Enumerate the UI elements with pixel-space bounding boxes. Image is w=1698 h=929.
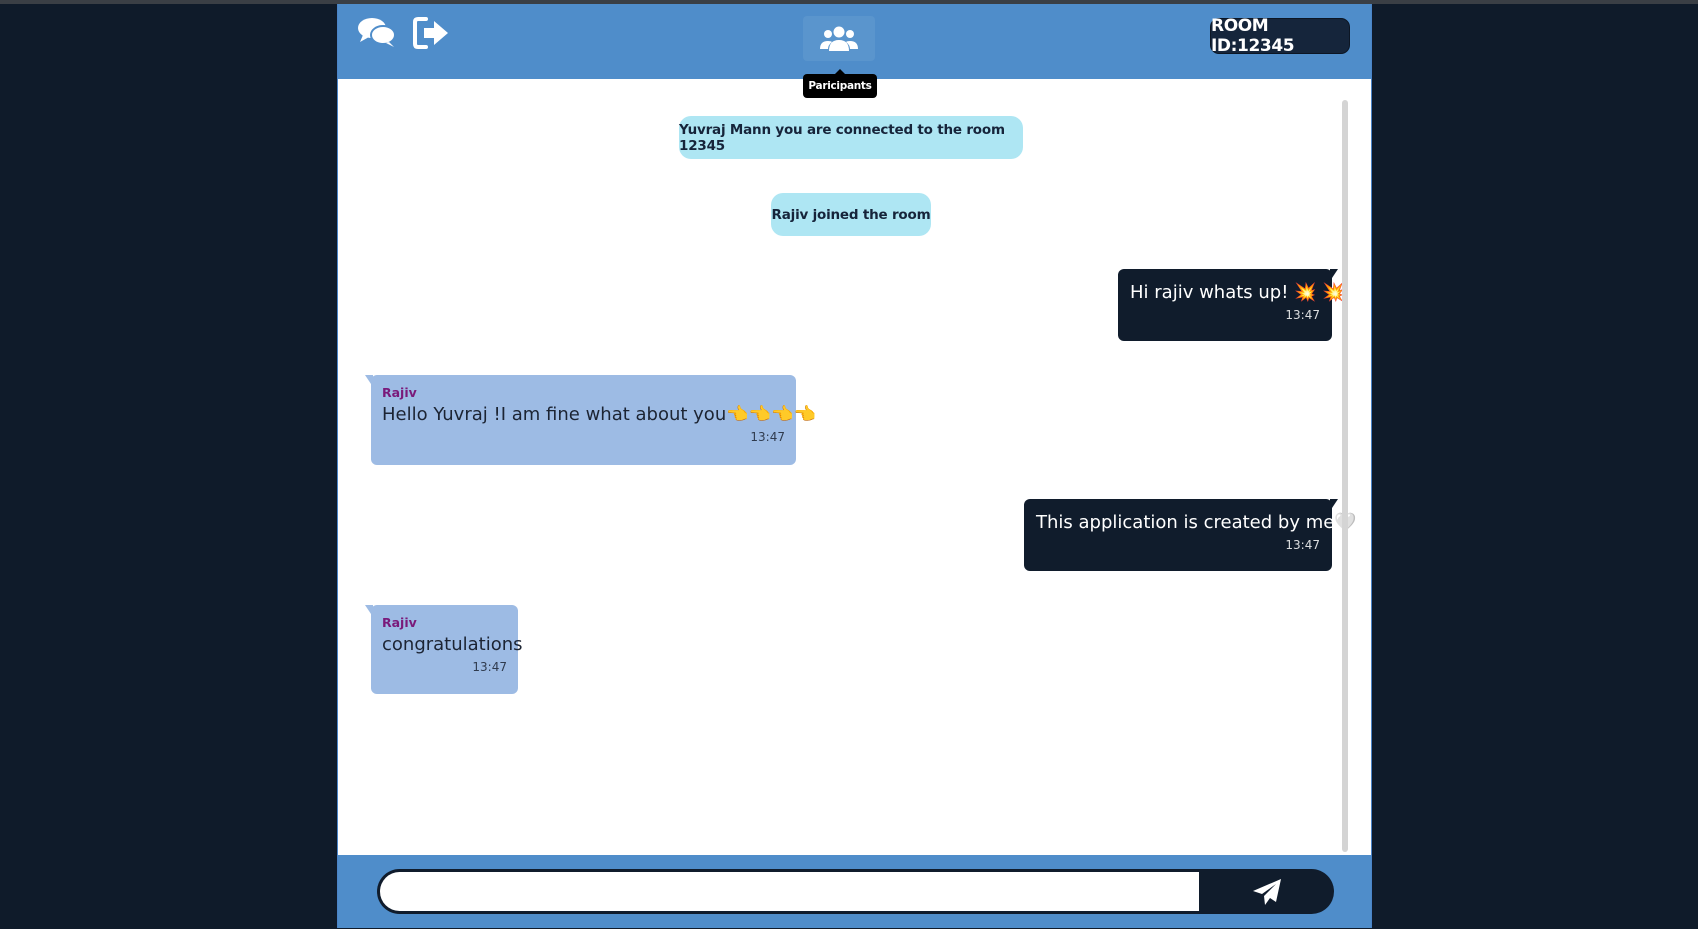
- chat-app: Paricipants ROOM ID:12345 Yuvraj Mann yo…: [337, 4, 1372, 928]
- chat-header: Paricipants ROOM ID:12345: [338, 4, 1371, 98]
- message-time: 13:47: [1285, 538, 1320, 552]
- chat-bubbles-icon[interactable]: [357, 16, 397, 50]
- participants-button[interactable]: [803, 16, 875, 61]
- message-text: Hello Yuvraj !I am fine what about you👈👈…: [382, 404, 816, 425]
- message-list[interactable]: Yuvraj Mann you are connected to the roo…: [338, 79, 1371, 859]
- send-button[interactable]: [1199, 869, 1334, 914]
- room-id-badge: ROOM ID:12345: [1210, 16, 1350, 56]
- message-list-scrollbar[interactable]: [1342, 100, 1348, 852]
- message-text: congratulations: [382, 634, 523, 655]
- system-message: Rajiv joined the room: [771, 193, 931, 236]
- composer-bar: [338, 855, 1371, 928]
- outgoing-message: Hi rajiv whats up! 💥 💥 13:47: [1118, 269, 1345, 341]
- message-text: Hi rajiv whats up! 💥 💥: [1130, 282, 1345, 303]
- incoming-message: Rajiv congratulations 13:47: [365, 605, 523, 694]
- composer: [377, 869, 1334, 914]
- message-text: This application is created by me🤍: [1036, 512, 1357, 533]
- message-time: 13:47: [1285, 308, 1320, 322]
- sender-name: Rajiv: [382, 615, 417, 630]
- message-time: 13:47: [472, 660, 507, 674]
- incoming-message: Rajiv Hello Yuvraj !I am fine what about…: [365, 375, 816, 465]
- paper-plane-icon: [1252, 878, 1281, 905]
- users-icon: [820, 26, 858, 51]
- outgoing-message: This application is created by me🤍 13:47: [1024, 499, 1357, 571]
- system-message: Yuvraj Mann you are connected to the roo…: [679, 116, 1023, 159]
- sender-name: Rajiv: [382, 385, 417, 400]
- message-input[interactable]: [380, 872, 1199, 911]
- message-time: 13:47: [750, 430, 785, 444]
- sign-out-icon[interactable]: [412, 16, 452, 50]
